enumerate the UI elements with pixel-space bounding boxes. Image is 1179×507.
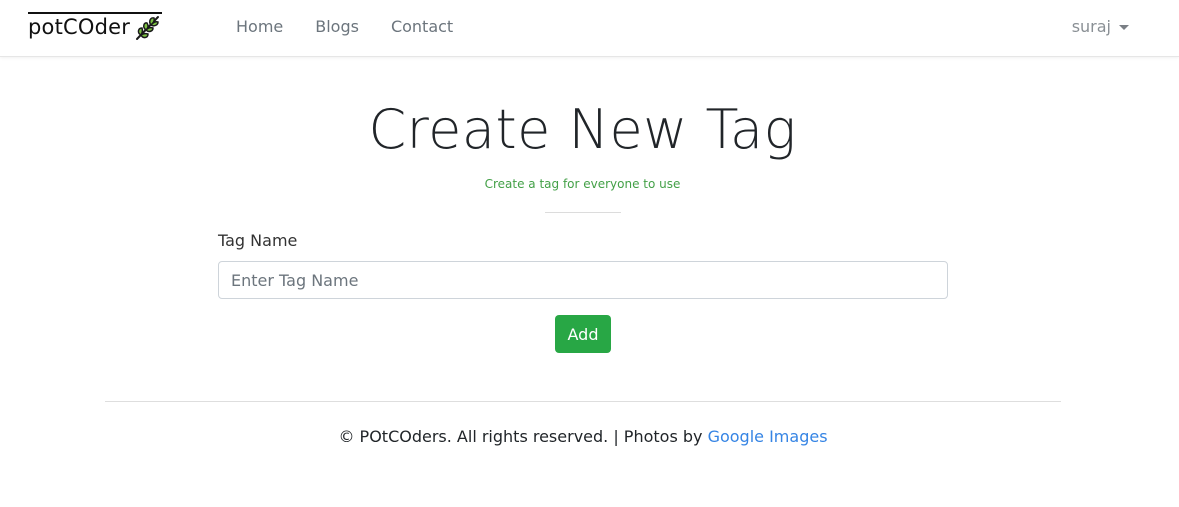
copyright-text: © POtCOders. All rights reserved. | Phot… [338, 427, 708, 446]
footer-text: © POtCOders. All rights reserved. | Phot… [0, 427, 1166, 447]
nav-blogs-link[interactable]: Blogs [315, 17, 359, 37]
brand-name: potCOder [28, 15, 131, 39]
footer-divider [105, 401, 1061, 402]
google-images-link[interactable]: Google Images [708, 427, 828, 446]
tag-name-input[interactable] [218, 261, 948, 299]
nav-home-link[interactable]: Home [236, 17, 283, 37]
page-title: Create New Tag [368, 98, 797, 161]
add-button[interactable]: Add [555, 315, 611, 353]
leaf-icon [134, 13, 162, 41]
main-nav: Home Blogs Contact [236, 17, 485, 37]
user-name: suraj [1071, 17, 1111, 36]
title-divider [545, 212, 621, 213]
brand-logo-link[interactable]: potCOder [28, 12, 163, 41]
chevron-down-icon [1119, 24, 1129, 30]
nav-contact-link[interactable]: Contact [391, 17, 453, 37]
top-navbar: potCOder Home Blogs Contact suraj [0, 0, 1179, 57]
tag-name-label: Tag Name [218, 231, 298, 250]
user-dropdown[interactable]: suraj [1072, 17, 1129, 37]
page-subtitle: Create a tag for everyone to use [484, 177, 681, 191]
